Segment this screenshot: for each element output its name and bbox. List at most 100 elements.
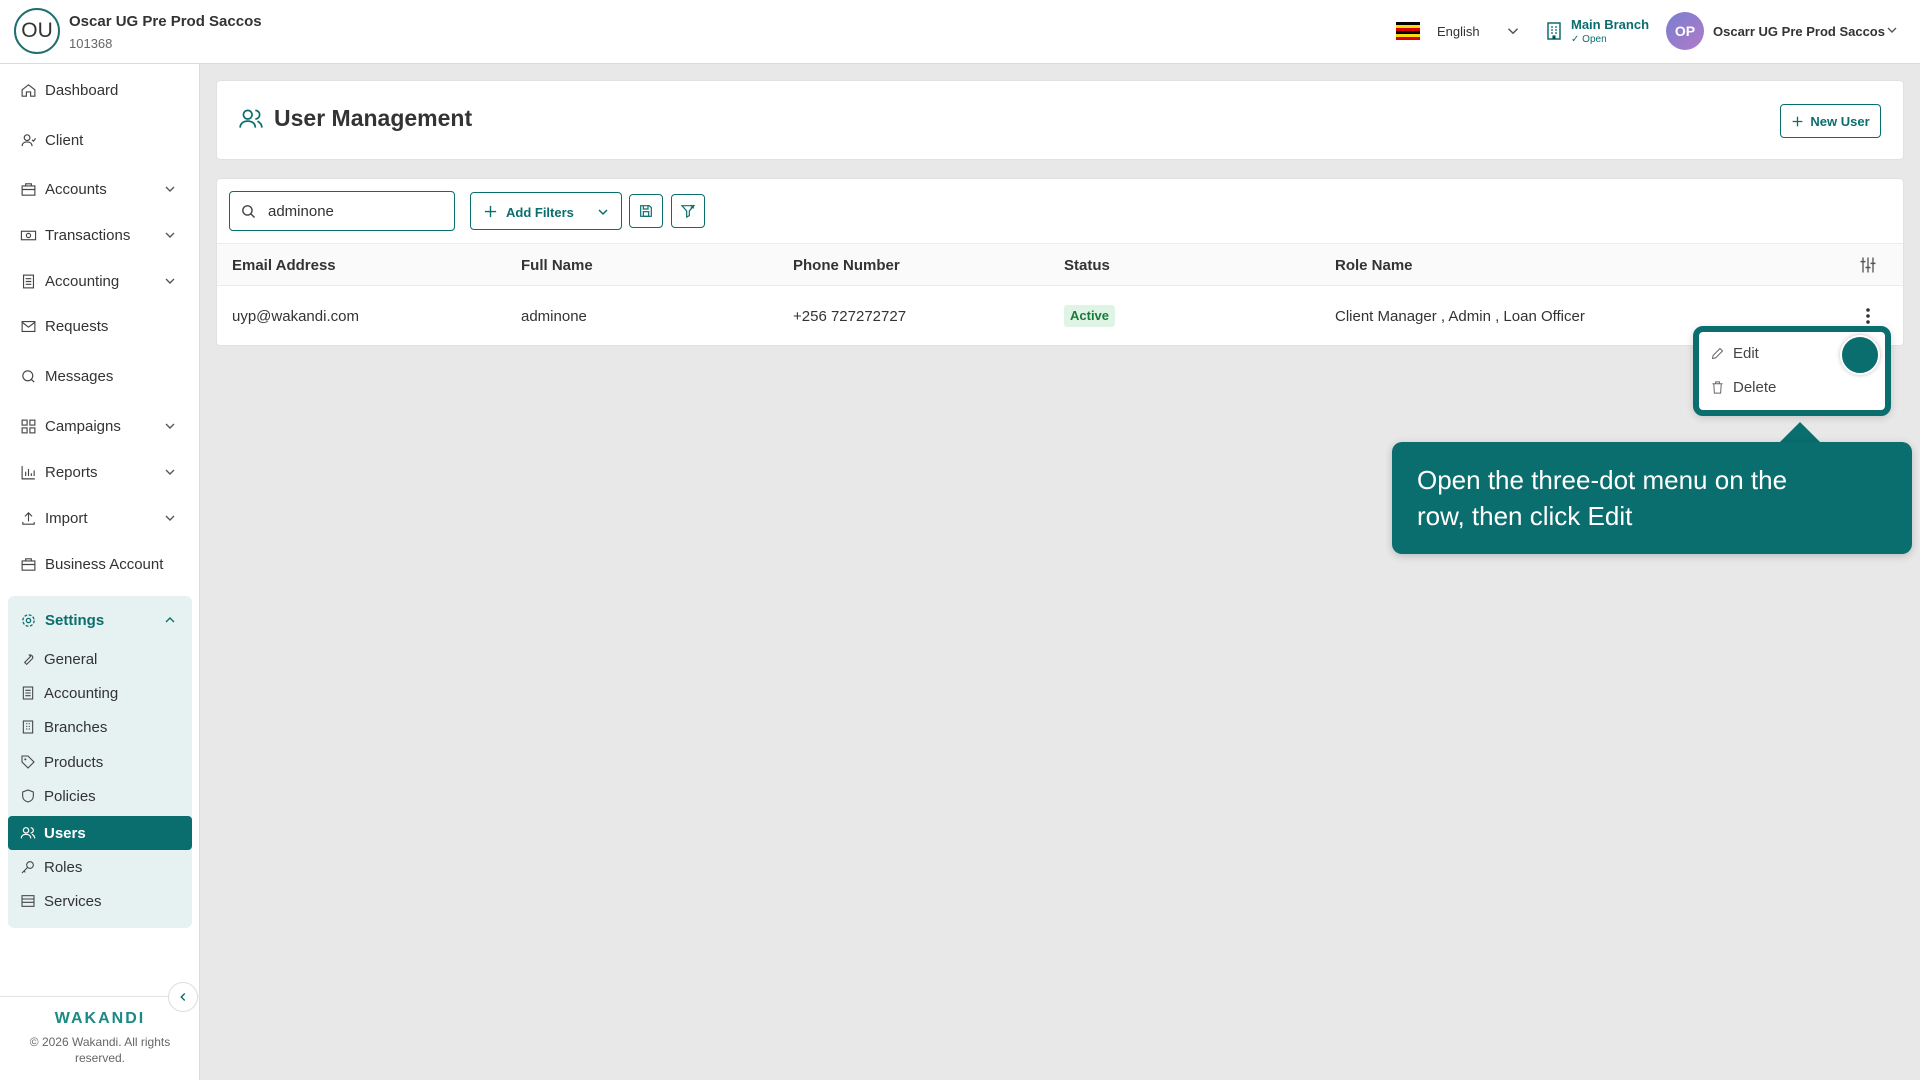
sidebar-subitem-products[interactable]: Products [8,746,192,778]
list-icon [21,895,35,907]
org-avatar[interactable]: OU [14,8,60,54]
sidebar-item-messages[interactable]: Messages [8,358,192,394]
search-icon [242,205,256,219]
new-user-button[interactable]: New User [1780,104,1881,138]
save-filter-button[interactable] [629,194,663,228]
add-filters-button[interactable]: Add Filters [470,192,622,230]
collapse-sidebar-button[interactable] [168,982,198,1012]
cell-email: uyp@wakandi.com [232,308,359,325]
sidebar-subitem-label: Users [44,824,86,842]
sidebar-item-label: Settings [45,611,105,629]
client-icon [21,133,37,146]
ledger-icon [22,686,34,700]
sidebar-subitem-branches[interactable]: Branches [8,711,192,743]
column-header-role-name[interactable]: Role Name [1335,257,1413,274]
sidebar-item-label: Campaigns [45,417,121,435]
column-header-full-name[interactable]: Full Name [521,257,593,274]
sidebar-subitem-services[interactable]: Services [8,885,192,917]
wrench-icon [23,654,34,666]
edit-menu-item[interactable]: Edit [1710,341,1759,365]
sidebar-item-transactions[interactable]: Transactions [8,217,192,253]
sidebar-item-label: Import [45,509,88,527]
home-icon [21,83,36,97]
clear-filter-button[interactable] [671,194,705,228]
cell-full-name: adminone [521,308,587,325]
chevron-down-icon[interactable] [1504,22,1522,40]
sidebar-subitem-label: Services [44,892,102,910]
user-menu[interactable]: Oscarr UG Pre Prod Saccos [1713,24,1885,39]
sidebar-item-client[interactable]: Client [8,122,192,158]
reports-icon [21,465,35,479]
building-icon [22,720,34,734]
plus-icon [484,205,497,218]
wakandi-logo: WAKANDI [54,1010,146,1027]
sidebar-subitem-policies[interactable]: Policies [8,780,192,812]
accounting-icon [22,274,35,288]
click-indicator [1840,335,1880,375]
top-header: OU Oscar UG Pre Prod Saccos 101368 Engli… [0,0,1920,64]
cell-role-name: Client Manager , Admin , Loan Officer [1335,308,1585,325]
column-header-email[interactable]: Email Address [232,257,336,274]
sidebar-item-reports[interactable]: Reports [8,454,192,490]
sidebar-item-label: Dashboard [45,81,119,99]
sidebar-item-label: Messages [45,367,114,385]
sidebar-item-accounting[interactable]: Accounting [8,263,192,299]
sidebar-item-requests[interactable]: Requests [8,308,192,344]
chevron-down-icon [165,423,175,429]
sidebar-item-dashboard[interactable]: Dashboard [8,72,192,108]
callout-pointer [1778,422,1822,444]
sidebar-subitem-accounting[interactable]: Accounting [8,677,192,709]
chevron-down-icon[interactable] [1884,22,1900,38]
chevron-down-icon [165,278,175,284]
trash-icon [1712,380,1723,394]
sidebar-item-label: Client [45,131,84,149]
transactions-icon [20,230,37,240]
save-icon [640,205,652,217]
chevron-down-icon [165,186,175,192]
uganda-flag-icon [1396,22,1420,40]
edit-label: Edit [1733,344,1759,362]
sidebar-item-import[interactable]: Import [8,500,192,536]
column-settings-icon[interactable] [1858,255,1878,275]
upload-icon [22,511,35,525]
sidebar-item-settings[interactable]: Settings [8,602,192,638]
user-avatar[interactable]: OP [1666,12,1704,50]
org-name: Oscar UG Pre Prod Saccos [69,13,262,30]
pencil-icon [1711,347,1724,359]
column-header-phone[interactable]: Phone Number [793,257,900,274]
campaigns-icon [21,419,36,433]
sidebar-item-business-account[interactable]: Business Account [8,546,192,582]
column-header-status[interactable]: Status [1064,257,1110,274]
mail-icon [21,320,36,332]
sidebar-item-label: Accounts [45,180,107,198]
sidebar-subitem-label: Policies [44,787,96,805]
sidebar-subitem-users[interactable]: Users [8,816,192,850]
chevron-up-icon [165,617,175,623]
cell-phone: +256 727272727 [793,308,907,325]
delete-menu-item[interactable]: Delete [1710,375,1776,399]
copyright-text: © 2026 Wakandi. All rights reserved. [29,1035,171,1065]
plus-icon [1793,116,1803,126]
language-selector[interactable]: English [1437,24,1480,39]
sidebar-item-label: Business Account [45,555,164,573]
messages-icon [22,369,35,383]
sidebar-item-accounts[interactable]: Accounts [8,171,192,207]
building-icon [1547,22,1561,40]
sidebar-subitem-label: Roles [44,858,83,876]
org-id: 101368 [69,36,113,51]
sidebar-item-label: Accounting [45,272,120,290]
more-vertical-icon[interactable] [1858,304,1878,328]
users-icon [20,827,36,839]
sidebar-subitem-roles[interactable]: Roles [8,851,192,883]
sidebar-subitem-label: Accounting [44,684,119,702]
search-field[interactable] [229,191,455,231]
sidebar-item-label: Transactions [45,226,131,244]
sidebar-subitem-label: Branches [44,718,108,736]
branch-selector[interactable]: Main Branch [1571,17,1649,32]
chevron-down-icon [165,469,175,475]
sidebar-item-campaigns[interactable]: Campaigns [8,408,192,444]
callout-text: Open the three-dot menu on the row, then… [1417,465,1788,531]
search-input[interactable] [268,200,448,222]
sidebar-subitem-general[interactable]: General [8,643,192,675]
sidebar-subitem-label: Products [44,753,104,771]
